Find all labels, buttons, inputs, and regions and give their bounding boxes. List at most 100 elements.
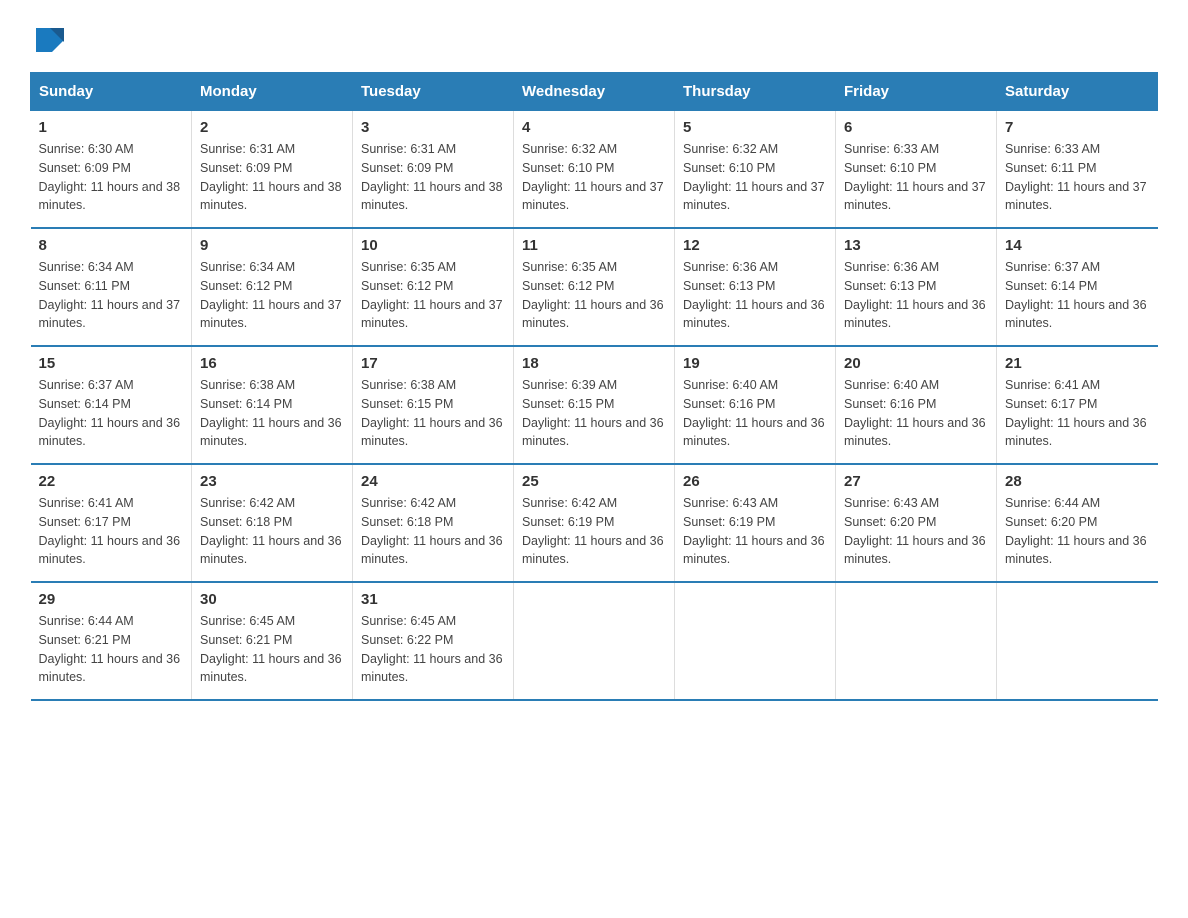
weekday-header-wednesday: Wednesday (514, 73, 675, 111)
day-info: Sunrise: 6:42 AMSunset: 6:18 PMDaylight:… (361, 494, 505, 569)
calendar-cell: 28 Sunrise: 6:44 AMSunset: 6:20 PMDayligh… (997, 464, 1158, 582)
day-number: 8 (39, 237, 184, 254)
day-info: Sunrise: 6:32 AMSunset: 6:10 PMDaylight:… (522, 140, 666, 215)
calendar-cell: 8 Sunrise: 6:34 AMSunset: 6:11 PMDaylight… (31, 228, 192, 346)
calendar-cell: 13Sunrise: 6:36 AMSunset: 6:13 PMDayligh… (836, 228, 997, 346)
calendar-cell (514, 582, 675, 700)
day-number: 11 (522, 237, 666, 254)
calendar-cell: 14 Sunrise: 6:37 AMSunset: 6:14 PMDayligh… (997, 228, 1158, 346)
day-number: 16 (200, 355, 344, 372)
day-info: Sunrise: 6:40 AMSunset: 6:16 PMDaylight:… (683, 376, 827, 451)
day-number: 25 (522, 473, 666, 490)
calendar-week-row-2: 8 Sunrise: 6:34 AMSunset: 6:11 PMDaylight… (31, 228, 1158, 346)
calendar-cell: 27 Sunrise: 6:43 AMSunset: 6:20 PMDayligh… (836, 464, 997, 582)
weekday-header-thursday: Thursday (675, 73, 836, 111)
day-info: Sunrise: 6:31 AMSunset: 6:09 PMDaylight:… (200, 140, 344, 215)
calendar-cell (997, 582, 1158, 700)
calendar-cell: 10 Sunrise: 6:35 AMSunset: 6:12 PMDayligh… (353, 228, 514, 346)
calendar-cell: 15 Sunrise: 6:37 AMSunset: 6:14 PMDayligh… (31, 346, 192, 464)
day-info: Sunrise: 6:37 AMSunset: 6:14 PMDaylight:… (1005, 258, 1150, 333)
day-info: Sunrise: 6:37 AMSunset: 6:14 PMDaylight:… (39, 376, 184, 451)
day-info: Sunrise: 6:45 AMSunset: 6:22 PMDaylight:… (361, 612, 505, 687)
logo-icon (32, 20, 68, 56)
day-number: 26 (683, 473, 827, 490)
day-info: Sunrise: 6:41 AMSunset: 6:17 PMDaylight:… (39, 494, 184, 569)
calendar-week-row-3: 15 Sunrise: 6:37 AMSunset: 6:14 PMDayligh… (31, 346, 1158, 464)
day-info: Sunrise: 6:38 AMSunset: 6:14 PMDaylight:… (200, 376, 344, 451)
day-number: 19 (683, 355, 827, 372)
day-number: 6 (844, 119, 988, 136)
day-info: Sunrise: 6:36 AMSunset: 6:13 PMDaylight:… (844, 258, 988, 333)
day-number: 20 (844, 355, 988, 372)
day-info: Sunrise: 6:38 AMSunset: 6:15 PMDaylight:… (361, 376, 505, 451)
page-header (30, 20, 1158, 56)
day-number: 24 (361, 473, 505, 490)
day-number: 31 (361, 591, 505, 608)
day-info: Sunrise: 6:34 AMSunset: 6:12 PMDaylight:… (200, 258, 344, 333)
calendar-cell: 26 Sunrise: 6:43 AMSunset: 6:19 PMDayligh… (675, 464, 836, 582)
day-info: Sunrise: 6:43 AMSunset: 6:20 PMDaylight:… (844, 494, 988, 569)
calendar-cell: 20 Sunrise: 6:40 AMSunset: 6:16 PMDayligh… (836, 346, 997, 464)
day-info: Sunrise: 6:33 AMSunset: 6:10 PMDaylight:… (844, 140, 988, 215)
calendar-week-row-5: 29Sunrise: 6:44 AMSunset: 6:21 PMDayligh… (31, 582, 1158, 700)
day-number: 9 (200, 237, 344, 254)
calendar-week-row-1: 1 Sunrise: 6:30 AMSunset: 6:09 PMDaylight… (31, 111, 1158, 229)
day-info: Sunrise: 6:39 AMSunset: 6:15 PMDaylight:… (522, 376, 666, 451)
day-info: Sunrise: 6:30 AMSunset: 6:09 PMDaylight:… (39, 140, 184, 215)
day-info: Sunrise: 6:43 AMSunset: 6:19 PMDaylight:… (683, 494, 827, 569)
calendar-cell: 24 Sunrise: 6:42 AMSunset: 6:18 PMDayligh… (353, 464, 514, 582)
calendar-cell: 31 Sunrise: 6:45 AMSunset: 6:22 PMDayligh… (353, 582, 514, 700)
day-info: Sunrise: 6:32 AMSunset: 6:10 PMDaylight:… (683, 140, 827, 215)
day-number: 18 (522, 355, 666, 372)
day-number: 12 (683, 237, 827, 254)
calendar-cell: 29Sunrise: 6:44 AMSunset: 6:21 PMDayligh… (31, 582, 192, 700)
calendar-cell: 11 Sunrise: 6:35 AMSunset: 6:12 PMDayligh… (514, 228, 675, 346)
calendar-cell: 1 Sunrise: 6:30 AMSunset: 6:09 PMDaylight… (31, 111, 192, 229)
calendar-cell: 17 Sunrise: 6:38 AMSunset: 6:15 PMDayligh… (353, 346, 514, 464)
calendar-table: SundayMondayTuesdayWednesdayThursdayFrid… (30, 72, 1158, 701)
weekday-header-friday: Friday (836, 73, 997, 111)
day-number: 17 (361, 355, 505, 372)
day-info: Sunrise: 6:34 AMSunset: 6:11 PMDaylight:… (39, 258, 184, 333)
day-info: Sunrise: 6:42 AMSunset: 6:18 PMDaylight:… (200, 494, 344, 569)
day-info: Sunrise: 6:35 AMSunset: 6:12 PMDaylight:… (522, 258, 666, 333)
day-number: 14 (1005, 237, 1150, 254)
calendar-cell: 23 Sunrise: 6:42 AMSunset: 6:18 PMDayligh… (192, 464, 353, 582)
calendar-cell (675, 582, 836, 700)
day-number: 21 (1005, 355, 1150, 372)
weekday-header-monday: Monday (192, 73, 353, 111)
day-number: 2 (200, 119, 344, 136)
calendar-cell: 30 Sunrise: 6:45 AMSunset: 6:21 PMDayligh… (192, 582, 353, 700)
weekday-header-row: SundayMondayTuesdayWednesdayThursdayFrid… (31, 73, 1158, 111)
calendar-cell: 5Sunrise: 6:32 AMSunset: 6:10 PMDaylight… (675, 111, 836, 229)
day-number: 30 (200, 591, 344, 608)
day-info: Sunrise: 6:36 AMSunset: 6:13 PMDaylight:… (683, 258, 827, 333)
calendar-cell: 6 Sunrise: 6:33 AMSunset: 6:10 PMDaylight… (836, 111, 997, 229)
day-info: Sunrise: 6:42 AMSunset: 6:19 PMDaylight:… (522, 494, 666, 569)
calendar-cell (836, 582, 997, 700)
calendar-cell: 16 Sunrise: 6:38 AMSunset: 6:14 PMDayligh… (192, 346, 353, 464)
calendar-cell: 7 Sunrise: 6:33 AMSunset: 6:11 PMDaylight… (997, 111, 1158, 229)
day-number: 23 (200, 473, 344, 490)
calendar-cell: 22Sunrise: 6:41 AMSunset: 6:17 PMDayligh… (31, 464, 192, 582)
day-info: Sunrise: 6:45 AMSunset: 6:21 PMDaylight:… (200, 612, 344, 687)
day-number: 1 (39, 119, 184, 136)
day-number: 4 (522, 119, 666, 136)
day-info: Sunrise: 6:44 AMSunset: 6:20 PMDaylight:… (1005, 494, 1150, 569)
day-info: Sunrise: 6:33 AMSunset: 6:11 PMDaylight:… (1005, 140, 1150, 215)
day-number: 27 (844, 473, 988, 490)
day-number: 10 (361, 237, 505, 254)
day-info: Sunrise: 6:40 AMSunset: 6:16 PMDaylight:… (844, 376, 988, 451)
weekday-header-saturday: Saturday (997, 73, 1158, 111)
calendar-cell: 21Sunrise: 6:41 AMSunset: 6:17 PMDayligh… (997, 346, 1158, 464)
calendar-cell: 3Sunrise: 6:31 AMSunset: 6:09 PMDaylight… (353, 111, 514, 229)
day-number: 7 (1005, 119, 1150, 136)
day-number: 28 (1005, 473, 1150, 490)
calendar-week-row-4: 22Sunrise: 6:41 AMSunset: 6:17 PMDayligh… (31, 464, 1158, 582)
weekday-header-sunday: Sunday (31, 73, 192, 111)
calendar-cell: 2 Sunrise: 6:31 AMSunset: 6:09 PMDaylight… (192, 111, 353, 229)
day-number: 15 (39, 355, 184, 372)
day-info: Sunrise: 6:35 AMSunset: 6:12 PMDaylight:… (361, 258, 505, 333)
calendar-cell: 19 Sunrise: 6:40 AMSunset: 6:16 PMDayligh… (675, 346, 836, 464)
weekday-header-tuesday: Tuesday (353, 73, 514, 111)
